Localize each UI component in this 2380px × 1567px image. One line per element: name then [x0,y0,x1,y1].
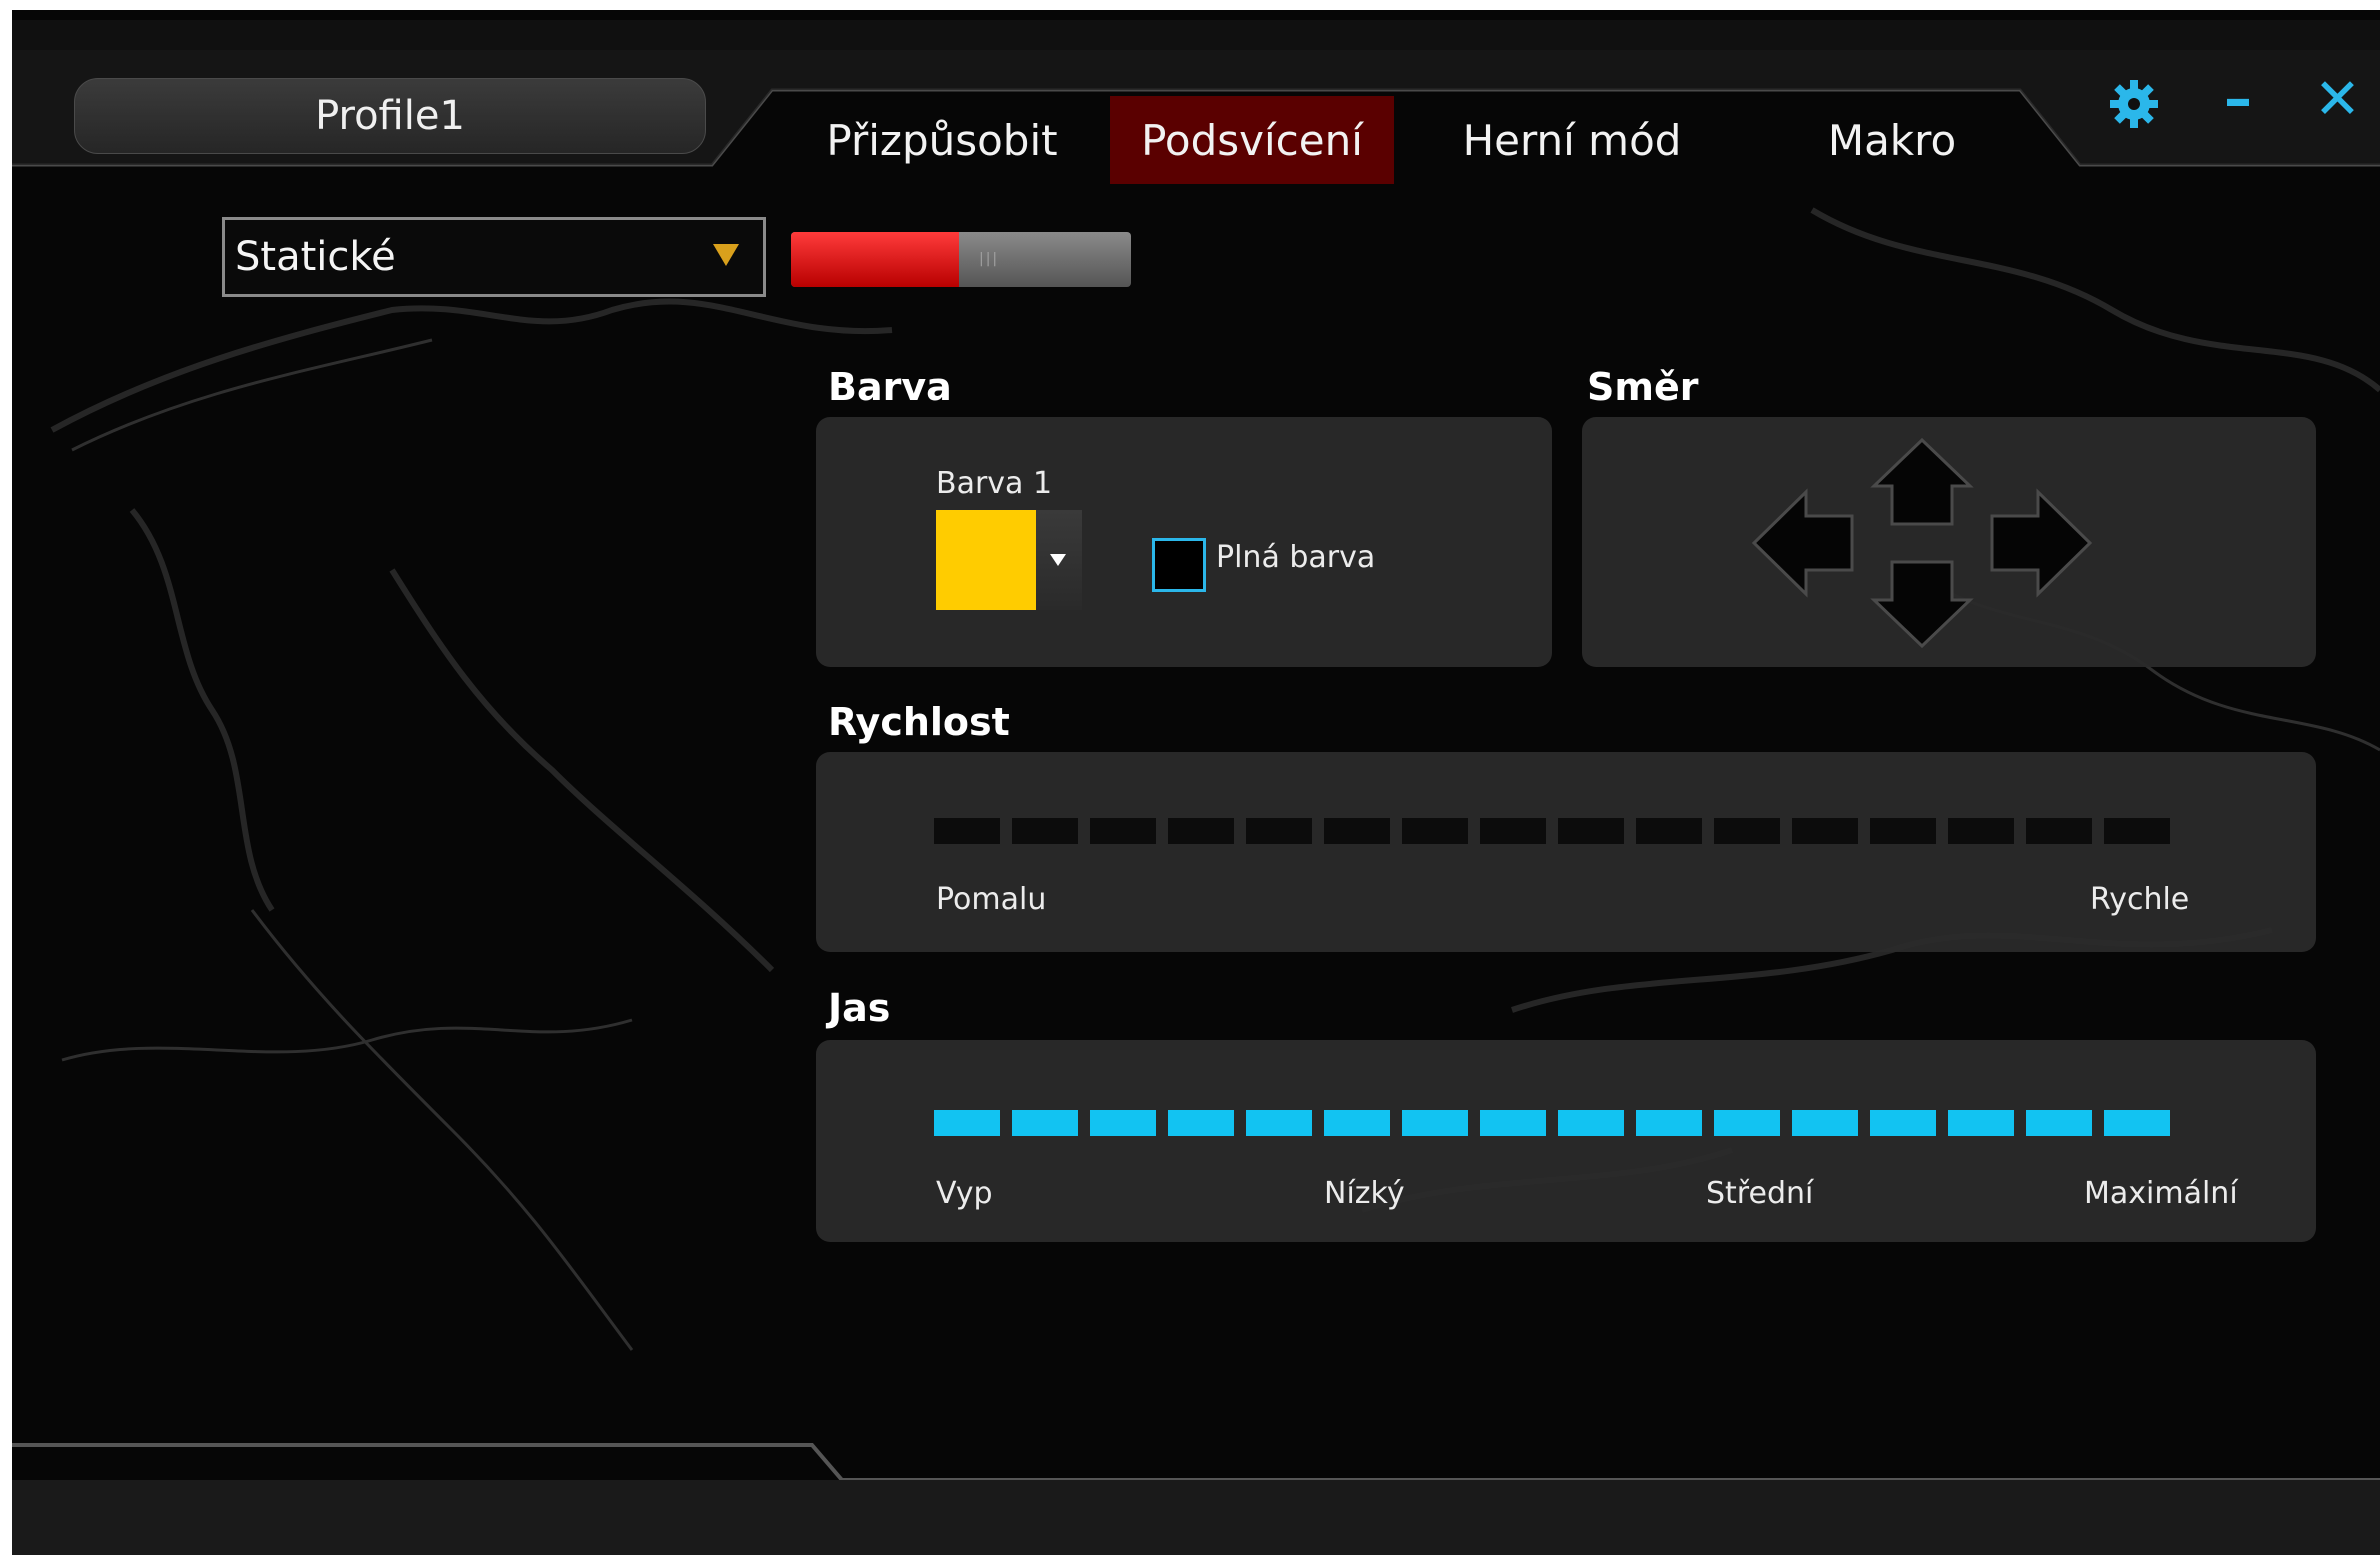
chevron-down-icon [713,244,739,266]
speed-segment[interactable] [1558,818,1624,844]
brightness-segment[interactable] [1402,1110,1468,1136]
speed-segment[interactable] [1948,818,2014,844]
brightness-segment[interactable] [1480,1110,1546,1136]
arrow-left-icon [1751,488,1854,598]
brightness-label-medium: Střední [1706,1176,1814,1211]
toggle-grip-icon: ||| [979,251,1000,267]
speed-segment[interactable] [1402,818,1468,844]
lighting-toggle[interactable]: ||| [791,232,1131,287]
speed-segment[interactable] [1636,818,1702,844]
direction-arrows [1751,437,2093,649]
speed-segment[interactable] [934,818,1000,844]
arrow-down-icon [1870,560,1974,649]
speed-max-label: Rychle [2090,882,2190,917]
minimize-icon: – [2224,67,2252,132]
brightness-segment[interactable] [1714,1110,1780,1136]
speed-segment[interactable] [1480,818,1546,844]
tab-label: Herní mód [1462,115,1682,165]
speed-heading: Rychlost [828,700,1010,744]
speed-segment[interactable] [2104,818,2170,844]
speed-segment[interactable] [1090,818,1156,844]
brightness-label-low: Nízký [1324,1176,1405,1211]
color-picker-button[interactable] [1036,510,1082,610]
full-color-label: Plná barva [1216,540,1376,575]
brightness-segment[interactable] [2026,1110,2092,1136]
profile-name: Profile1 [315,93,465,139]
arrow-right-icon [1990,488,2093,598]
speed-min-label: Pomalu [936,882,1047,917]
effect-selected-value: Statické [235,234,396,280]
close-button[interactable]: ✕ [2314,72,2361,128]
brightness-segment[interactable] [2104,1110,2170,1136]
tab-macro[interactable]: Makro [1742,96,2042,184]
tab-label: Přizpůsobit [826,115,1058,165]
tab-label: Makro [1827,115,1957,165]
color1-swatch[interactable] [936,510,1036,610]
tab-customize[interactable]: Přizpůsobit [792,96,1092,184]
app-window: Profile1 Přizpůsobit Podsvícení Herní mó… [12,10,2380,1555]
brightness-segment[interactable] [1012,1110,1078,1136]
brightness-segment[interactable] [1090,1110,1156,1136]
brightness-segment[interactable] [1324,1110,1390,1136]
effect-dropdown[interactable]: Statické [222,217,766,297]
speed-segment[interactable] [1012,818,1078,844]
speed-segment[interactable] [1792,818,1858,844]
minimize-button[interactable]: – [2224,72,2252,128]
profile-selector[interactable]: Profile1 [74,78,706,154]
color-heading: Barva [828,365,952,409]
brightness-segment[interactable] [1870,1110,1936,1136]
brightness-segment[interactable] [1168,1110,1234,1136]
brightness-segment[interactable] [1558,1110,1624,1136]
toggle-on-fill [791,232,959,287]
brightness-segment[interactable] [1792,1110,1858,1136]
speed-segment[interactable] [2026,818,2092,844]
full-color-checkbox[interactable] [1152,538,1206,592]
direction-heading: Směr [1587,365,1699,409]
gear-icon[interactable] [2106,76,2162,132]
chevron-down-icon [1050,554,1066,566]
tab-label: Podsvícení [1141,115,1363,165]
tab-game-mode[interactable]: Herní mód [1422,96,1722,184]
brightness-segment[interactable] [1948,1110,2014,1136]
brightness-label-max: Maximální [2084,1176,2238,1211]
speed-segment[interactable] [1246,818,1312,844]
brightness-segment[interactable] [1636,1110,1702,1136]
color1-label: Barva 1 [936,466,1053,501]
brightness-segment[interactable] [934,1110,1000,1136]
speed-segment[interactable] [1870,818,1936,844]
brightness-heading: Jas [828,986,891,1030]
speed-segment[interactable] [1714,818,1780,844]
speed-panel [816,752,2316,952]
brightness-label-off: Vyp [936,1176,993,1211]
arrow-up-icon [1870,437,1974,526]
close-icon: ✕ [2314,67,2361,132]
speed-segment[interactable] [1168,818,1234,844]
brightness-panel [816,1040,2316,1242]
tab-backlight[interactable]: Podsvícení [1110,96,1394,184]
speed-segment[interactable] [1324,818,1390,844]
brightness-segment[interactable] [1246,1110,1312,1136]
